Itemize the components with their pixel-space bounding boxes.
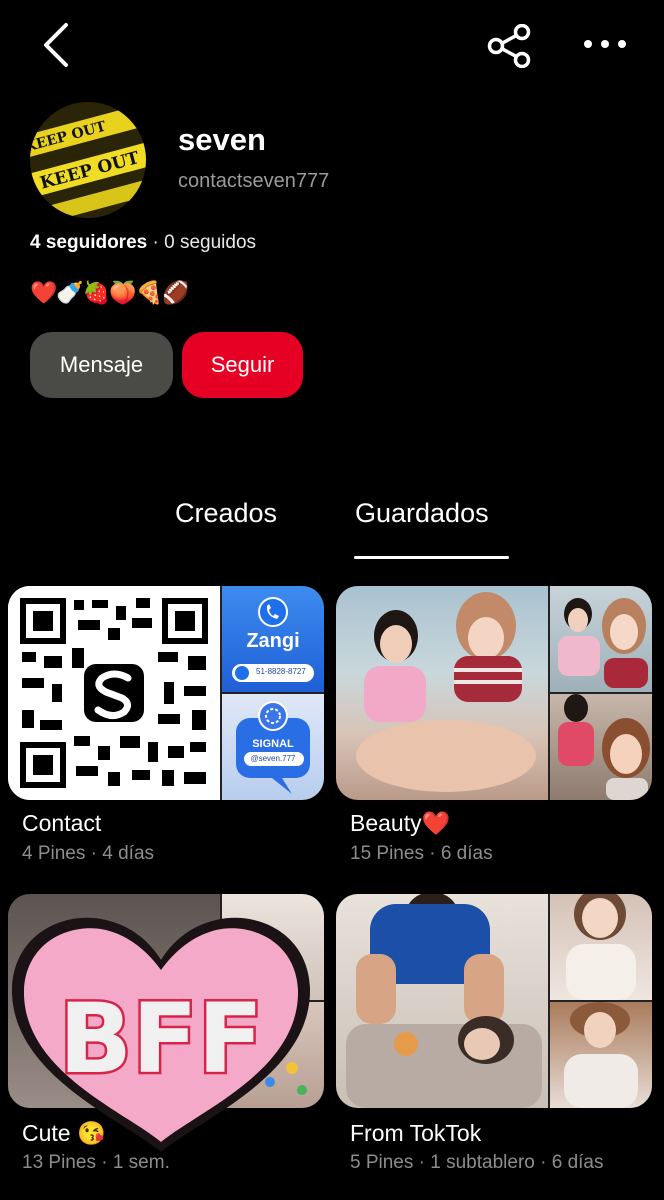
board-title: Cute 😘 [22,1120,106,1146]
beauty-main-photo [336,586,548,800]
message-button[interactable]: Mensaje [30,332,173,398]
qr-code-image [8,586,220,800]
board-title: Beauty❤️ [350,810,451,836]
back-button[interactable] [38,20,78,70]
share-icon [487,23,531,69]
following-count[interactable]: 0 seguidos [164,232,256,253]
profile-handle: contactseven777 [178,170,330,192]
stats-separator: · [147,232,165,253]
signal-label: SIGNAL [252,738,294,750]
board-meta: 15 Pines · 6 días [350,843,493,864]
more-icon [584,40,626,48]
board-contact[interactable]: Zangi 51-8828-8727 SIGNAL @seven.777 [8,586,324,800]
more-button[interactable] [580,36,630,52]
toktok-main-photo [336,894,548,1108]
profile-name: seven [178,122,266,157]
zangi-number: 51-8828-8727 [256,667,306,676]
board-from-toktok[interactable] [336,894,652,1108]
tab-created[interactable]: Creados [175,498,277,529]
board-title: Contact [22,810,102,836]
active-tab-indicator [354,556,509,559]
follow-stats: 4 seguidores · 0 seguidos [30,232,256,254]
beauty-photo-2 [550,586,652,692]
board-meta: 5 Pines · 1 subtablero · 6 días [350,1152,604,1173]
toktok-photo-3 [550,1002,652,1108]
board-meta: 13 Pines · 1 sem. [22,1152,170,1173]
board-title: From TokTok [350,1120,482,1146]
tab-saved[interactable]: Guardados [355,498,489,529]
board-meta: 4 Pines · 4 días [22,843,155,864]
signal-card: SIGNAL @seven.777 [222,694,324,800]
board-beauty[interactable] [336,586,652,800]
signal-handle: @seven.777 [250,754,296,763]
toktok-photo-2 [550,894,652,1000]
zangi-label: Zangi [246,630,300,652]
zangi-card: Zangi 51-8828-8727 [222,586,324,692]
avatar[interactable]: KEEP OUT KEEP OUT [30,102,146,218]
share-button[interactable] [486,23,532,69]
profile-bio-emojis: ❤️🍼🍓🍑🍕🏈 [30,280,189,305]
beauty-photo-3 [550,694,652,800]
followers-count[interactable]: 4 seguidores [30,232,147,253]
follow-button[interactable]: Seguir [182,332,303,398]
back-icon [44,23,68,67]
bff-text: BFF [59,983,263,1095]
